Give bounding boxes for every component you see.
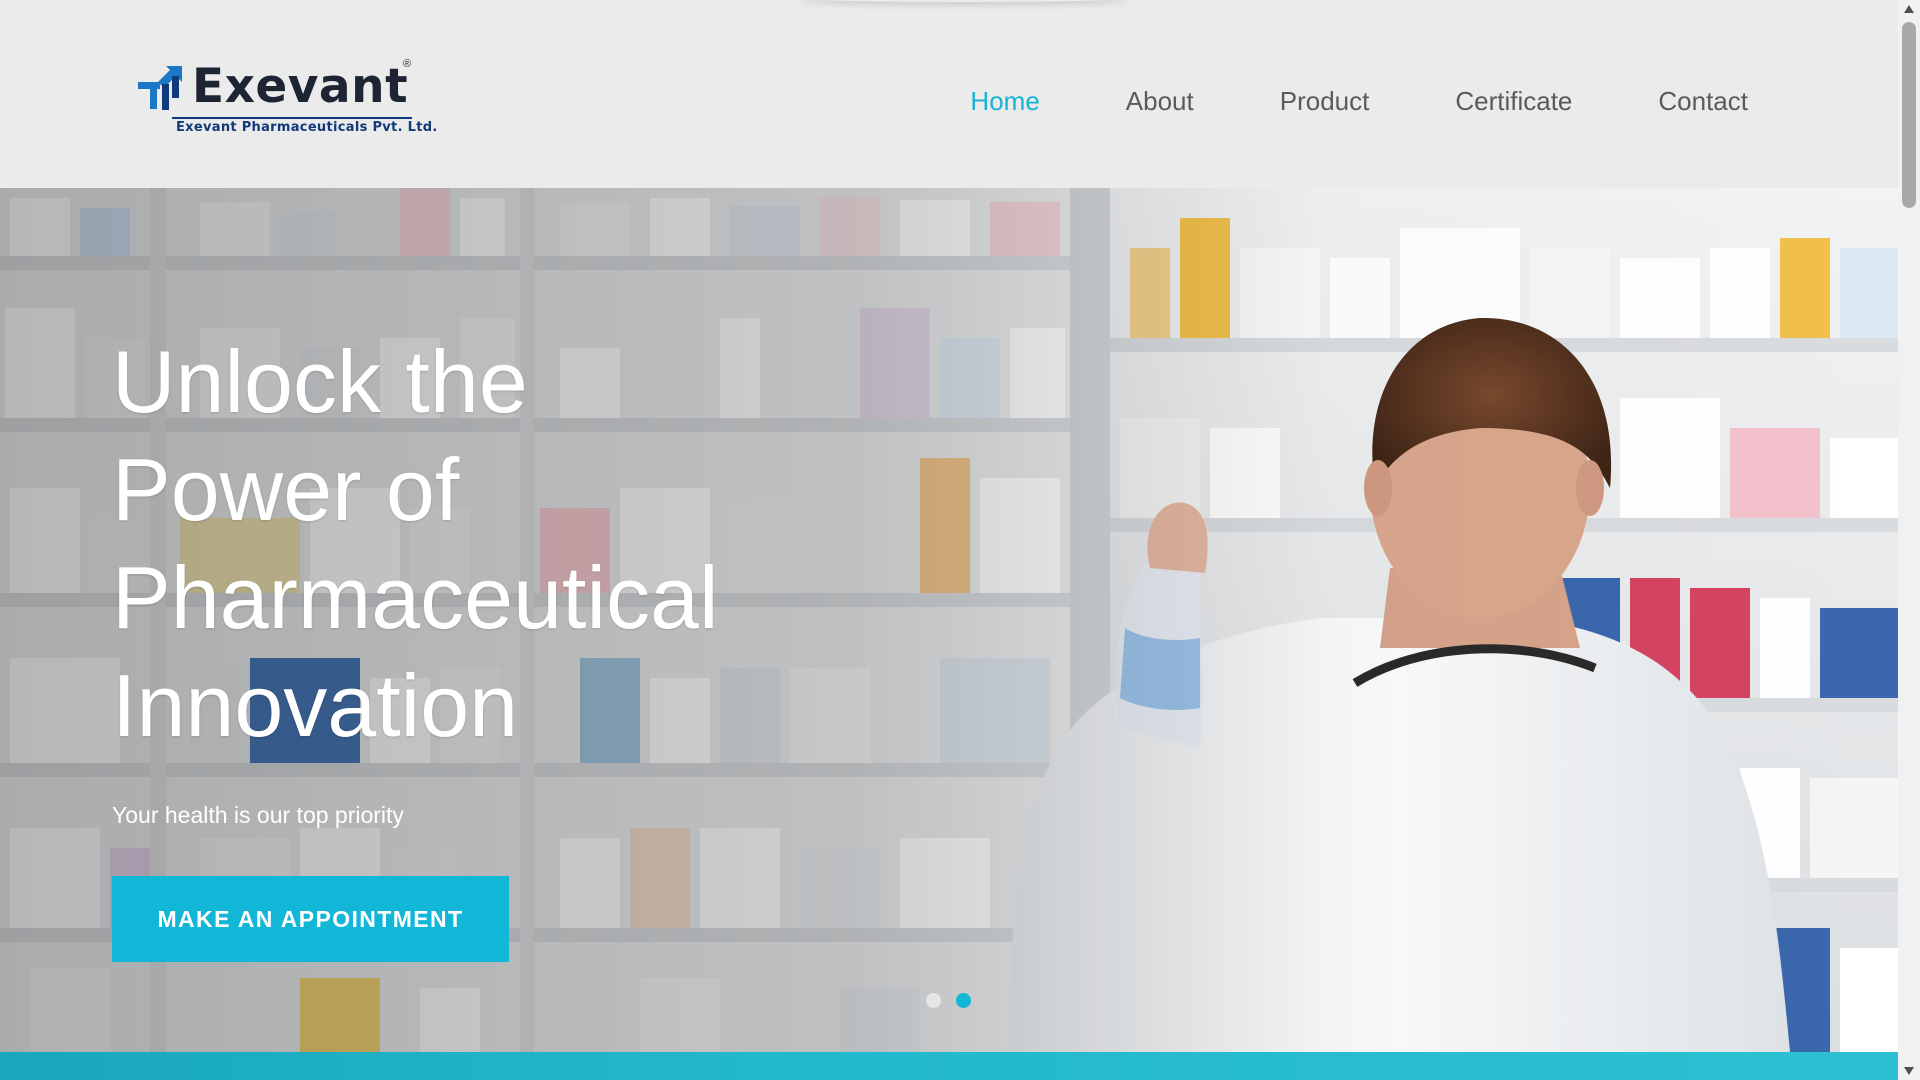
logo-tagline: Exevant Pharmaceuticals Pvt. Ltd. (176, 120, 438, 135)
nav-item-product[interactable]: Product (1280, 86, 1370, 117)
header-shadow (800, 0, 1130, 2)
page: Exevant ® Exevant Pharmaceuticals Pvt. L… (0, 0, 1920, 1080)
hero-title: Unlock the Power of Pharmaceutical Innov… (112, 328, 812, 760)
registered-mark: ® (403, 58, 412, 70)
hero-title-line: Power of (112, 440, 460, 539)
hero-title-line: Pharmaceutical (112, 548, 719, 647)
site-logo[interactable]: Exevant ® Exevant Pharmaceuticals Pvt. L… (136, 58, 437, 140)
main-nav: Home About Product Certificate Contact (970, 86, 1748, 117)
carousel-dot-1[interactable] (926, 993, 941, 1008)
exevant-arrow-logo-icon (138, 66, 182, 110)
hero-slider: Unlock the Power of Pharmaceutical Innov… (0, 188, 1898, 1052)
nav-item-contact[interactable]: Contact (1658, 86, 1748, 117)
nav-item-home[interactable]: Home (970, 86, 1039, 117)
chevron-up-icon[interactable] (1898, 0, 1920, 20)
section-band (0, 1052, 1898, 1080)
hero-title-line: Innovation (112, 656, 519, 755)
carousel-dot-2[interactable] (956, 993, 971, 1008)
nav-item-certificate[interactable]: Certificate (1455, 86, 1572, 117)
logo-wordmark: Exevant (192, 59, 409, 114)
page-scrollbar[interactable] (1898, 0, 1920, 1080)
make-appointment-button[interactable]: MAKE AN APPOINTMENT (112, 876, 509, 962)
nav-item-about[interactable]: About (1126, 86, 1194, 117)
site-header: Exevant ® Exevant Pharmaceuticals Pvt. L… (0, 0, 1898, 188)
hero-title-line: Unlock the (112, 332, 528, 431)
logo-divider (172, 117, 412, 119)
carousel-pagination (926, 993, 971, 1008)
chevron-down-icon[interactable] (1898, 1060, 1920, 1080)
hero-subtitle: Your health is our top priority (112, 802, 404, 828)
scrollbar-thumb[interactable] (1902, 22, 1916, 208)
